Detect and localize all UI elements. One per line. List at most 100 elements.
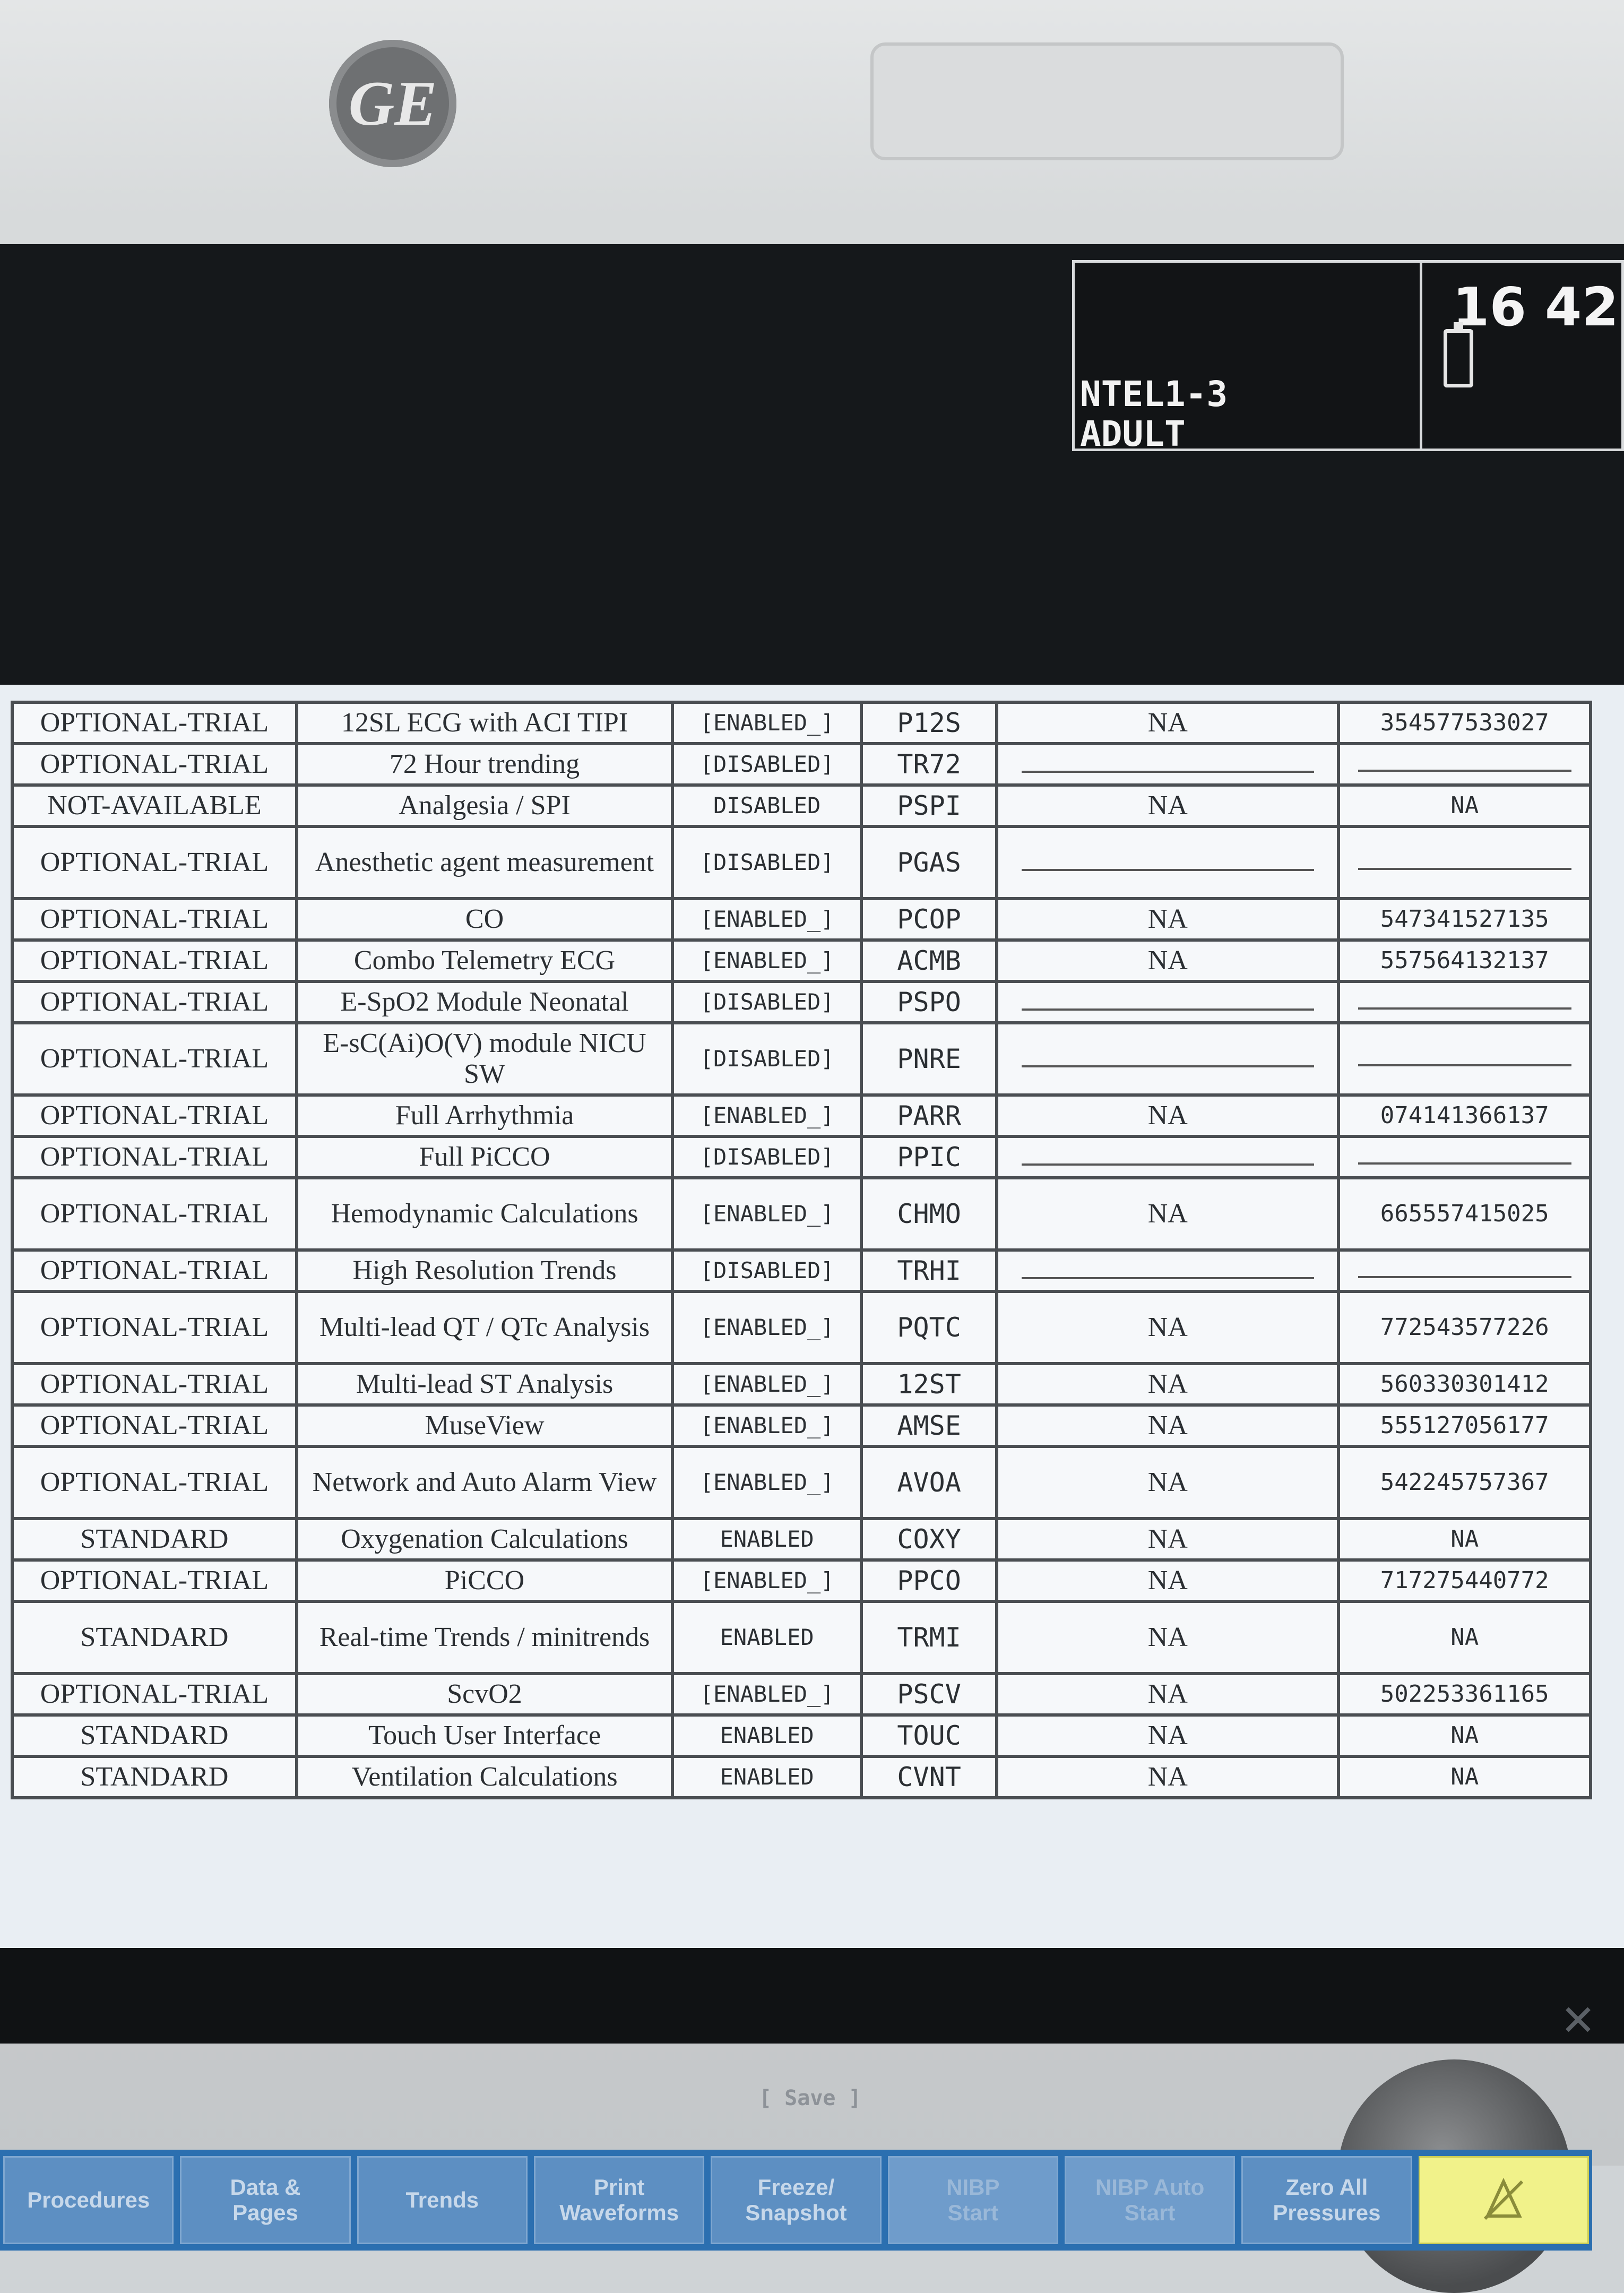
key-field[interactable]: 772543577226 [1337, 1290, 1592, 1365]
license-field[interactable]: NA [995, 1093, 1341, 1138]
option-state[interactable]: [ENABLED_] [671, 1093, 863, 1138]
license-field[interactable]: NA [995, 1403, 1341, 1448]
key-field[interactable]: NA [1337, 1517, 1592, 1562]
menu-button-nibp-start[interactable]: NIBP Start [887, 2156, 1058, 2244]
license-field[interactable]: NA [995, 1362, 1341, 1407]
license-field[interactable] [995, 825, 1341, 900]
waveform-area: NTEL1-3 ADULT 16 42 [0, 244, 1624, 685]
option-code: 12ST [860, 1362, 999, 1407]
license-field[interactable] [995, 1135, 1341, 1179]
options-scroll-area[interactable]: OPTIONAL-TRIAL12RL 12-lead ECG[DISABLED]… [0, 701, 1592, 1847]
key-field[interactable]: NA [1337, 783, 1592, 828]
bottom-menu-bar: Procedures Data & Pages Trends Print Wavefo… [0, 2150, 1592, 2251]
key-field[interactable]: 665557415025 [1337, 1176, 1592, 1252]
key-field[interactable]: 074141366137 [1337, 1093, 1592, 1138]
key-field[interactable]: 555127056177 [1337, 1403, 1592, 1448]
license-field[interactable]: NA [995, 1176, 1341, 1252]
table-row: OPTIONAL-TRIAL 12SL ECG with ACI TIPI [ENA… [11, 701, 1592, 745]
license-field[interactable]: NA [995, 938, 1341, 983]
menu-button-trends[interactable]: Trends [357, 2156, 528, 2244]
option-state[interactable]: [ENABLED_] [671, 1558, 863, 1603]
empty-entry-line [1021, 868, 1314, 871]
key-field[interactable] [1337, 825, 1592, 900]
license-field[interactable] [995, 1021, 1341, 1097]
option-state[interactable]: [ENABLED_] [671, 897, 863, 942]
license-field[interactable]: NA [995, 1713, 1341, 1758]
option-state[interactable]: [ENABLED_] [671, 1403, 863, 1448]
option-state[interactable]: ENABLED [671, 1755, 863, 1799]
license-field[interactable]: NA [995, 701, 1341, 745]
license-field[interactable]: NA [995, 1517, 1341, 1562]
option-state[interactable]: ENABLED [671, 1713, 863, 1758]
option-state[interactable]: [ENABLED_] [671, 1176, 863, 1252]
option-status: OPTIONAL-TRIAL [11, 938, 298, 983]
menu-button-nibp-auto-start[interactable]: NIBP Auto Start [1064, 2156, 1236, 2244]
key-field[interactable]: NA [1337, 1713, 1592, 1758]
option-state[interactable]: [DISABLED] [671, 980, 863, 1024]
option-state[interactable]: [ENABLED_] [671, 701, 863, 745]
option-code: ACMB [860, 938, 999, 983]
option-state[interactable]: [DISABLED] [671, 1021, 863, 1097]
key-field[interactable]: 502253361165 [1337, 1672, 1592, 1717]
menu-button-print-waveforms[interactable]: Print Waveforms [533, 2156, 705, 2244]
key-field[interactable]: 560330301412 [1337, 1362, 1592, 1407]
patient-type: ADULT [1080, 413, 1186, 454]
option-status: OPTIONAL-TRIAL [11, 1445, 298, 1520]
license-field[interactable]: NA [995, 1755, 1341, 1799]
key-field[interactable] [1337, 1135, 1592, 1179]
key-field[interactable]: NA [1337, 1600, 1592, 1675]
option-state[interactable]: [DISABLED] [671, 825, 863, 900]
table-row: STANDARD Real-time Trends / minitrends ENA… [11, 1600, 1592, 1675]
key-field[interactable] [1337, 742, 1592, 787]
option-state[interactable]: [DISABLED] [671, 1135, 863, 1179]
option-code: P12S [860, 701, 999, 745]
option-state[interactable]: [ENABLED_] [671, 1290, 863, 1365]
menu-button-freeze-snapshot[interactable]: Freeze/ Snapshot [711, 2156, 882, 2244]
table-row: OPTIONAL-TRIAL MuseView [ENABLED_] AMSE NA 55… [11, 1403, 1592, 1448]
save-button[interactable]: [ Save ] [759, 2086, 861, 2110]
option-state[interactable]: [ENABLED_] [671, 938, 863, 983]
option-code: PSCV [860, 1672, 999, 1717]
close-icon[interactable]: ✕ [1560, 1996, 1596, 2045]
key-field[interactable]: 542245757367 [1337, 1445, 1592, 1520]
license-field[interactable]: NA [995, 1558, 1341, 1603]
license-field[interactable]: NA [995, 897, 1341, 942]
license-field[interactable]: NA [995, 783, 1341, 828]
license-field[interactable]: NA [995, 1445, 1341, 1520]
table-row: OPTIONAL-TRIAL High Resolution Trends [DIS… [11, 1248, 1592, 1293]
key-field[interactable]: 717275440772 [1337, 1558, 1592, 1603]
key-field[interactable] [1337, 980, 1592, 1024]
key-field[interactable]: 547341527135 [1337, 897, 1592, 942]
option-name: High Resolution Trends [295, 1248, 675, 1293]
key-field[interactable]: NA [1337, 1755, 1592, 1799]
license-field[interactable] [995, 980, 1341, 1024]
key-field[interactable] [1337, 1248, 1592, 1293]
option-state[interactable]: [DISABLED] [671, 742, 863, 787]
menu-button-zero-all-pressures[interactable]: Zero All Pressures [1241, 2156, 1412, 2244]
license-field[interactable]: NA [995, 1290, 1341, 1365]
option-code: PNRE [860, 1021, 999, 1097]
option-state[interactable]: ENABLED [671, 1600, 863, 1675]
license-field[interactable]: NA [995, 1600, 1341, 1675]
table-row: OPTIONAL-TRIAL Full Arrhythmia [ENABLED_] P… [11, 1093, 1592, 1138]
option-status: OPTIONAL-TRIAL [11, 1021, 298, 1097]
option-status: STANDARD [11, 1713, 298, 1758]
key-field[interactable]: 557564132137 [1337, 938, 1592, 983]
option-code: PSPO [860, 980, 999, 1024]
license-field[interactable]: NA [995, 1672, 1341, 1717]
option-state[interactable]: [ENABLED_] [671, 1445, 863, 1520]
key-field[interactable]: 354577533027 [1337, 701, 1592, 745]
option-state[interactable]: [DISABLED] [671, 1248, 863, 1293]
option-state[interactable]: [ENABLED_] [671, 1672, 863, 1717]
option-code: PPCO [860, 1558, 999, 1603]
alarm-silence-button[interactable] [1418, 2156, 1589, 2244]
license-field[interactable] [995, 742, 1341, 787]
option-state[interactable]: [ENABLED_] [671, 1362, 863, 1407]
menu-button-procedures[interactable]: Procedures [3, 2156, 174, 2244]
menu-button-data-pages[interactable]: Data & Pages [180, 2156, 351, 2244]
key-field[interactable] [1337, 1021, 1592, 1097]
table-row: OPTIONAL-TRIAL Anesthetic agent measureme… [11, 825, 1592, 900]
option-state[interactable]: DISABLED [671, 783, 863, 828]
option-state[interactable]: ENABLED [671, 1517, 863, 1562]
license-field[interactable] [995, 1248, 1341, 1293]
